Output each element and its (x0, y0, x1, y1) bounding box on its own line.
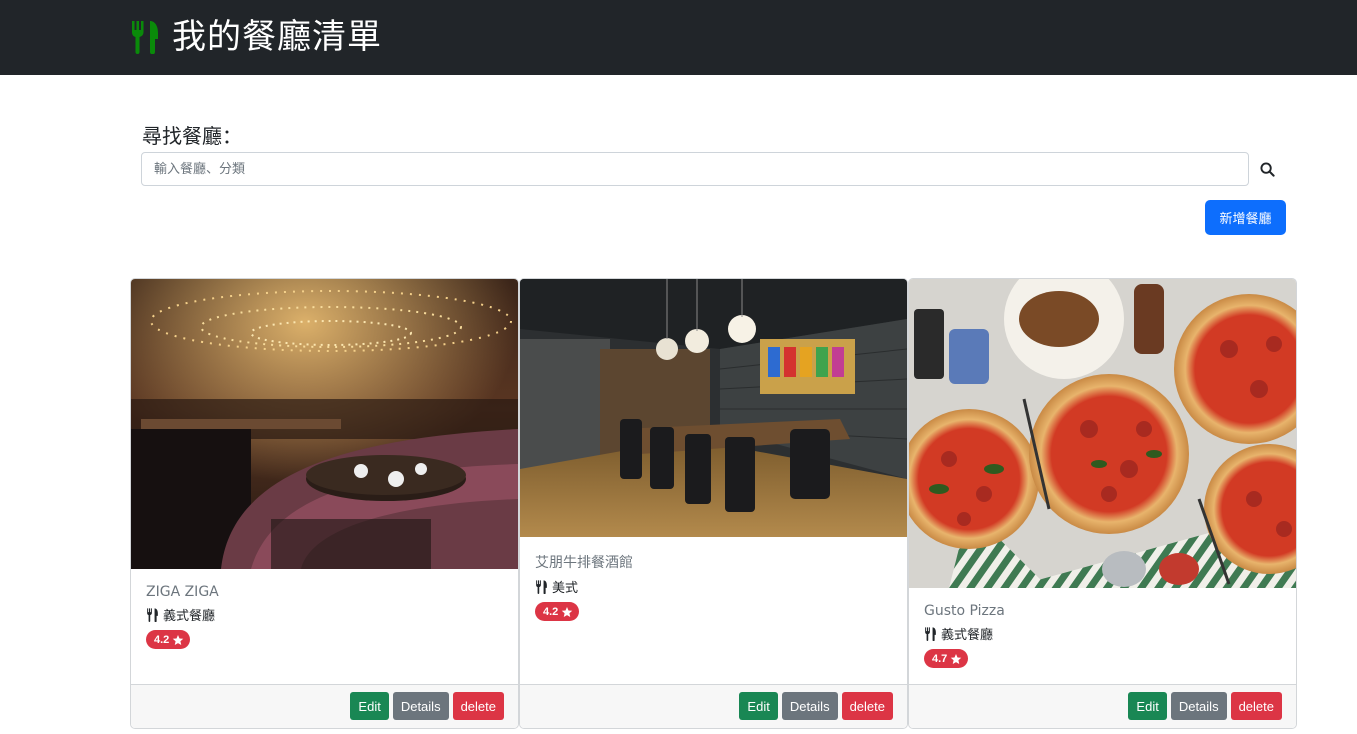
restaurant-category: 美式 (535, 577, 892, 596)
restaurant-card: 艾朋牛排餐酒館 美式 4.2 Edit Details delete (519, 278, 908, 729)
dining-room-photo (520, 279, 907, 537)
details-button[interactable]: Details (781, 692, 838, 720)
restaurant-category: 義式餐廳 (924, 624, 1281, 643)
rating-value: 4.7 (932, 652, 948, 665)
search-button[interactable] (1252, 152, 1282, 186)
card-body: Gusto Pizza 義式餐廳 4.7 (924, 603, 1281, 668)
rating-badge: 4.2 (535, 602, 580, 621)
restaurant-image[interactable] (131, 279, 518, 569)
card-footer: Edit Details delete (520, 684, 907, 728)
restaurant-name: ZIGA ZIGA (146, 584, 219, 600)
star-icon (562, 606, 573, 617)
delete-button[interactable]: delete (841, 692, 893, 720)
card-body: ZIGA ZIGA 義式餐廳 4.2 (146, 584, 503, 649)
restaurant-name: 艾朋牛排餐酒館 (535, 555, 633, 571)
restaurant-category: 義式餐廳 (146, 605, 503, 624)
delete-button[interactable]: delete (452, 692, 504, 720)
add-restaurant-button[interactable]: 新增餐廳 (1205, 200, 1286, 235)
details-button[interactable]: Details (392, 692, 449, 720)
restaurant-card: Gusto Pizza 義式餐廳 4.7 Edit Details delete (908, 278, 1297, 729)
edit-button[interactable]: Edit (1128, 692, 1167, 720)
page-title: 我的餐廳清單 (172, 17, 382, 57)
navbar: 我的餐廳清單 (0, 0, 1357, 75)
rating-badge: 4.2 (146, 630, 191, 649)
category-label: 義式餐廳 (941, 628, 994, 643)
utensils-icon (147, 607, 158, 622)
pizza-photo (909, 279, 1296, 588)
star-icon (173, 634, 184, 645)
restaurant-card: ZIGA ZIGA 義式餐廳 4.2 Edit Details delete (130, 278, 519, 729)
card-footer: Edit Details delete (131, 684, 518, 728)
utensils-icon (925, 626, 936, 641)
card-body: 艾朋牛排餐酒館 美式 4.2 (535, 552, 892, 621)
edit-button[interactable]: Edit (739, 692, 778, 720)
search-icon (1259, 161, 1275, 177)
brand-link[interactable]: 我的餐廳清單 (130, 14, 382, 60)
utensils-icon (132, 21, 158, 54)
restaurant-name: Gusto Pizza (924, 603, 1005, 619)
utensils-icon (536, 579, 547, 594)
rating-badge: 4.7 (924, 649, 969, 668)
star-icon (951, 653, 962, 664)
search-input[interactable] (141, 152, 1249, 186)
category-label: 美式 (552, 581, 579, 596)
restaurant-interior-photo (131, 279, 518, 569)
rating-value: 4.2 (154, 633, 170, 646)
category-label: 義式餐廳 (163, 609, 216, 624)
card-footer: Edit Details delete (909, 684, 1296, 728)
edit-button[interactable]: Edit (350, 692, 389, 720)
restaurant-image[interactable] (520, 279, 907, 537)
search-label: 尋找餐廳： (142, 124, 242, 148)
rating-value: 4.2 (543, 605, 559, 618)
restaurant-image[interactable] (909, 279, 1296, 588)
details-button[interactable]: Details (1170, 692, 1227, 720)
delete-button[interactable]: delete (1230, 692, 1282, 720)
